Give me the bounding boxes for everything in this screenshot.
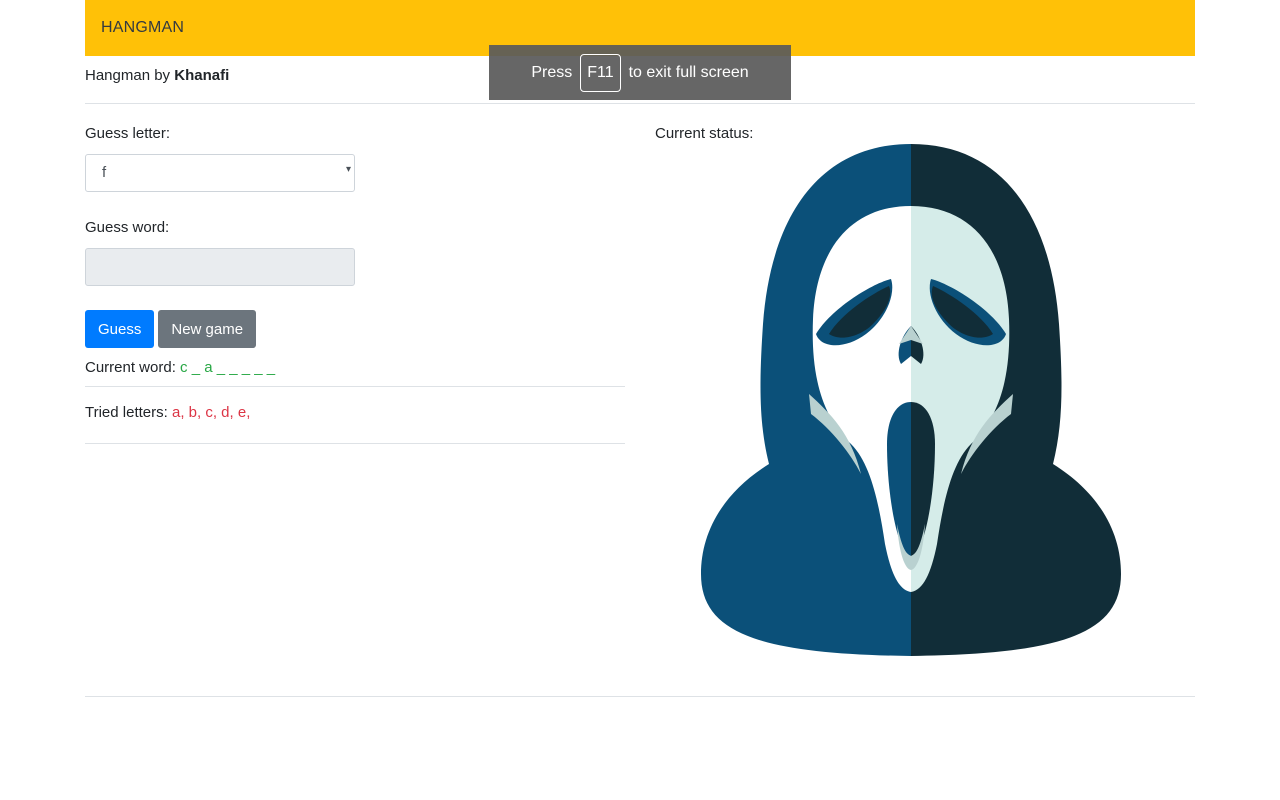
guess-letter-select[interactable]: f ▾ [85, 154, 355, 192]
fullscreen-exit-text: to exit full screen [628, 63, 749, 81]
fullscreen-notice: Press F11 to exit full screen [489, 45, 791, 100]
tried-letters-value: a, b, c, d, e, [171, 404, 251, 421]
byline-author: Khanafi [174, 67, 230, 84]
tried-letters-label: Tried letters: [85, 404, 168, 421]
guess-letter-label: Guess letter: [85, 125, 171, 142]
action-buttons: Guess New game [85, 310, 625, 348]
guess-word-label: Guess word: [85, 219, 170, 236]
f11-key: F11 [580, 53, 621, 92]
current-word-line: Current word: c _ a _ _ _ _ _ [85, 348, 625, 387]
brand-title[interactable]: HANGMAN [101, 19, 184, 37]
caret-down-icon: ▾ [345, 164, 351, 175]
fullscreen-press-text: Press [531, 63, 573, 81]
tried-letters-line: Tried letters: a, b, c, d, e, [85, 387, 625, 444]
new-game-button[interactable]: New game [158, 310, 257, 348]
ghostface-mask-icon [701, 144, 1121, 658]
byline-prefix: Hangman by [85, 67, 171, 84]
guess-word-input[interactable] [85, 248, 355, 286]
left-column: Guess letter: f ▾ Guess word: Guess New … [85, 104, 625, 444]
current-status-label: Current status: [655, 125, 754, 142]
guess-button[interactable]: Guess [85, 310, 155, 348]
current-word-label: Current word: [85, 359, 176, 376]
footer-divider [85, 696, 1195, 697]
guess-letter-value[interactable]: f [85, 154, 355, 192]
current-word-value: c _ a _ _ _ _ _ [180, 359, 276, 376]
